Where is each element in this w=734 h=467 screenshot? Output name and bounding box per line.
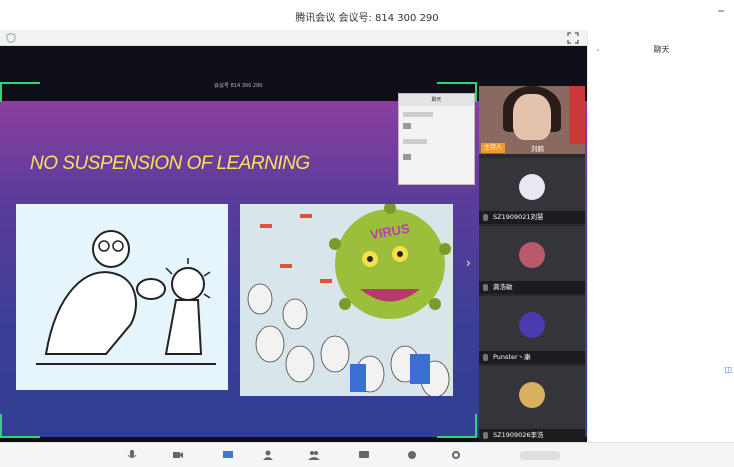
participant-tile[interactable]: SZ1909021刘慧 bbox=[479, 158, 585, 224]
participant-name: 刘鹤 bbox=[531, 145, 544, 153]
host-face bbox=[513, 94, 551, 140]
window-title: 腾讯会议 会议号: 814 300 290 bbox=[295, 13, 439, 24]
next-page-icon[interactable]: › bbox=[466, 256, 471, 270]
slide-title: NO SUSPENSION OF LEARNING bbox=[30, 153, 310, 174]
focus-bracket-bottom-left bbox=[0, 414, 40, 438]
cartoon-arm-wrestling-image bbox=[16, 204, 228, 390]
avatar bbox=[519, 242, 545, 268]
video-icon[interactable] bbox=[172, 449, 184, 461]
participant-video-list: 主持人 刘鹤 SZ1909021刘慧 龚浩敏 Punster丶康 SZ19090… bbox=[479, 86, 585, 442]
minimize-icon[interactable]: – bbox=[714, 4, 728, 20]
participant-name: 龚浩敏 bbox=[479, 281, 585, 294]
participant-name: SZ1909026李浩 bbox=[479, 429, 585, 442]
members-icon[interactable] bbox=[308, 449, 320, 461]
share-toolbar bbox=[0, 30, 587, 46]
edge-handle-icon[interactable]: ◫ bbox=[724, 365, 732, 374]
host-badge: 主持人 bbox=[481, 143, 506, 153]
mute-icon[interactable] bbox=[126, 449, 138, 461]
record-icon[interactable] bbox=[406, 449, 418, 461]
participant-name: SZ1909021刘慧 bbox=[479, 211, 585, 224]
avatar bbox=[519, 312, 545, 338]
participant-name: Punster丶康 bbox=[479, 351, 585, 364]
participant-tile[interactable]: 龚浩敏 bbox=[479, 226, 585, 294]
avatar bbox=[519, 382, 545, 408]
focus-bracket-bottom-right bbox=[437, 414, 477, 438]
title-bar: 腾讯会议 会议号: 814 300 290 – bbox=[0, 0, 734, 30]
meeting-number-tag: 会议号 814 300 290 bbox=[214, 83, 263, 89]
chat-icon[interactable] bbox=[358, 449, 370, 461]
avatar bbox=[519, 174, 545, 200]
participant-tile[interactable]: SZ1909026李浩 bbox=[479, 366, 585, 442]
cartoon-virus-crowd-image: VIRUS bbox=[240, 204, 453, 396]
invite-icon[interactable] bbox=[262, 449, 274, 461]
focus-bracket-top-left bbox=[0, 82, 40, 102]
chat-panel-title: 聊天 bbox=[653, 45, 670, 54]
meeting-toolbar bbox=[0, 442, 734, 467]
chat-panel: ⌄ 聊天 ◫ bbox=[587, 30, 734, 442]
fullscreen-icon[interactable] bbox=[567, 32, 579, 44]
mini-chat-title: 聊天 bbox=[399, 94, 474, 106]
shield-icon bbox=[6, 33, 16, 43]
settings-icon[interactable] bbox=[450, 449, 462, 461]
mini-chat-window[interactable]: 聊天 bbox=[398, 93, 475, 185]
participant-tile[interactable]: Punster丶康 bbox=[479, 296, 585, 364]
participant-tile-host[interactable]: 主持人 刘鹤 bbox=[479, 86, 585, 154]
share-screen-icon[interactable] bbox=[222, 449, 234, 461]
end-meeting-button[interactable] bbox=[520, 451, 560, 460]
